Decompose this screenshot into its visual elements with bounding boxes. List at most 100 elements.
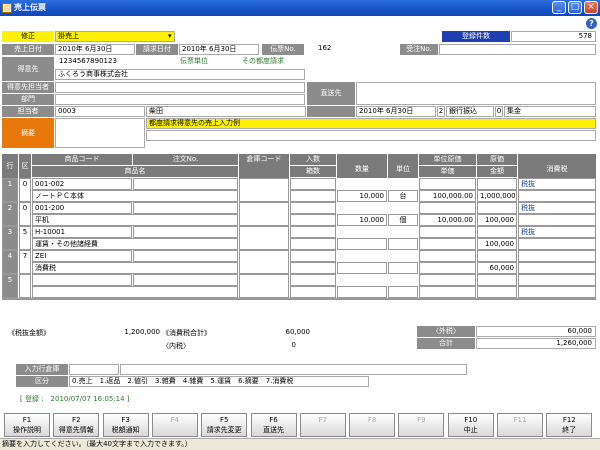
cell-no[interactable]: 5 <box>2 274 18 298</box>
cell-empty[interactable] <box>290 178 336 190</box>
cell-code[interactable] <box>32 274 132 286</box>
cell-empty[interactable] <box>419 250 476 262</box>
fkey-f12-button[interactable]: F12 終了 <box>546 413 593 437</box>
cell-empty[interactable] <box>290 250 336 262</box>
collect-num2[interactable]: 0 <box>495 106 503 117</box>
cell-name[interactable]: 運賃・その他諸経費 <box>32 238 238 250</box>
minimize-icon[interactable]: _ <box>552 1 566 14</box>
cell-empty[interactable] <box>290 238 336 250</box>
cell-empty[interactable] <box>133 202 238 214</box>
close-icon[interactable]: × <box>584 1 598 14</box>
cell-unit[interactable]: 個 <box>388 214 418 226</box>
cell-kubun[interactable]: 5 <box>19 226 31 250</box>
cell-empty[interactable] <box>239 250 289 274</box>
cell-amount[interactable]: 60,000 <box>477 262 517 274</box>
cell-empty[interactable] <box>419 274 476 286</box>
cell-empty[interactable] <box>477 226 517 238</box>
cell-empty[interactable] <box>133 250 238 262</box>
cell-empty[interactable] <box>239 202 289 226</box>
cell-empty[interactable] <box>290 214 336 226</box>
fkey-f2-button[interactable]: F2 得意先情報 <box>53 413 100 437</box>
cell-empty[interactable] <box>518 262 596 274</box>
cell-name[interactable] <box>32 286 238 298</box>
order-no-field[interactable] <box>439 44 596 55</box>
warehouse-field[interactable] <box>69 364 119 375</box>
cell-empty[interactable] <box>133 226 238 238</box>
cell-empty[interactable] <box>133 178 238 190</box>
cell-price[interactable] <box>419 286 476 298</box>
cell-no[interactable]: 3 <box>2 226 18 250</box>
cell-empty[interactable] <box>419 178 476 190</box>
mode-select[interactable]: 掛売上 <box>55 31 175 42</box>
cell-qty[interactable]: 10.000 <box>337 190 387 202</box>
fkey-f4-button[interactable]: F4 <box>151 413 198 437</box>
cell-empty[interactable] <box>290 202 336 214</box>
cell-qty[interactable] <box>337 238 387 250</box>
fkey-f10-button[interactable]: F10 中止 <box>447 413 494 437</box>
cell-price[interactable]: 100,000.00 <box>419 190 476 202</box>
cell-tax[interactable]: 税抜 <box>518 226 596 238</box>
fkey-f7-button[interactable]: F7 <box>299 413 346 437</box>
cell-name[interactable]: ノートＰＣ本体 <box>32 190 238 202</box>
cell-amount[interactable] <box>477 286 517 298</box>
request-date-field[interactable]: 2010年 6月30日 <box>179 44 259 55</box>
cell-empty[interactable] <box>477 274 517 286</box>
fkey-f11-button[interactable]: F11 <box>497 413 543 437</box>
cell-name[interactable]: 消費税 <box>32 262 238 274</box>
cell-empty[interactable] <box>518 286 596 298</box>
cell-empty[interactable] <box>419 202 476 214</box>
cell-amount[interactable]: 1,000,000 <box>477 190 517 202</box>
cell-empty[interactable] <box>290 226 336 238</box>
cell-tax[interactable]: 税抜 <box>518 178 596 190</box>
cell-amount[interactable]: 100,000 <box>477 214 517 226</box>
fkey-f8-button[interactable]: F8 <box>349 413 396 437</box>
cell-kubun[interactable]: 7 <box>19 250 31 274</box>
cell-empty[interactable] <box>477 250 517 262</box>
cell-empty[interactable] <box>518 214 596 226</box>
cell-name[interactable]: 平机 <box>32 214 238 226</box>
chevron-down-icon[interactable]: ▾ <box>168 32 172 40</box>
cell-empty[interactable] <box>239 274 289 298</box>
summary-code-field[interactable] <box>55 118 145 148</box>
fkey-f1-button[interactable]: F1 操作説明 <box>4 413 50 437</box>
cell-empty[interactable] <box>518 238 596 250</box>
cell-empty[interactable] <box>290 262 336 274</box>
cell-unit[interactable] <box>388 238 418 250</box>
cell-empty[interactable] <box>290 274 336 286</box>
cell-no[interactable]: 1 <box>2 178 18 202</box>
cell-qty[interactable]: 10.000 <box>337 214 387 226</box>
maximize-icon[interactable]: □ <box>568 1 582 14</box>
cell-empty[interactable] <box>477 178 517 190</box>
cell-no[interactable]: 4 <box>2 250 18 274</box>
cell-code[interactable]: 001-002 <box>32 178 132 190</box>
sales-date-field[interactable]: 2010年 6月30日 <box>55 44 135 55</box>
cell-amount[interactable]: 100,000 <box>477 238 517 250</box>
cell-no[interactable]: 2 <box>2 202 18 226</box>
cell-kubun[interactable]: 0 <box>19 202 31 226</box>
cell-qty[interactable] <box>337 286 387 298</box>
customer-code-field[interactable]: 1234567890123 <box>57 57 157 68</box>
cell-empty[interactable] <box>477 202 517 214</box>
cell-empty[interactable] <box>290 190 336 202</box>
cell-kubun[interactable] <box>19 274 31 298</box>
cell-tax[interactable] <box>518 250 596 262</box>
cell-price[interactable] <box>419 238 476 250</box>
fkey-f3-button[interactable]: F3 税額通知 <box>102 413 149 437</box>
cell-empty[interactable] <box>419 226 476 238</box>
collect-num[interactable]: 2 <box>437 106 445 117</box>
rep-code-field[interactable]: 0003 <box>55 106 145 117</box>
cell-empty[interactable] <box>239 226 289 250</box>
cell-price[interactable]: 10,000.00 <box>419 214 476 226</box>
cell-unit[interactable] <box>388 262 418 274</box>
ship-to-field[interactable] <box>356 82 596 105</box>
cell-kubun[interactable]: 0 <box>19 178 31 202</box>
cell-code[interactable]: ZEI <box>32 250 132 262</box>
customer-name-field[interactable]: ふくろう商事株式会社 <box>55 69 305 80</box>
cell-tax[interactable] <box>518 274 596 286</box>
summary-note-input[interactable]: 都度請求得意先の売上入力例 <box>146 118 596 129</box>
summary-note2[interactable] <box>146 130 596 141</box>
cell-price[interactable] <box>419 262 476 274</box>
cell-qty[interactable] <box>337 262 387 274</box>
cell-unit[interactable] <box>388 286 418 298</box>
contact-field[interactable] <box>55 82 305 93</box>
